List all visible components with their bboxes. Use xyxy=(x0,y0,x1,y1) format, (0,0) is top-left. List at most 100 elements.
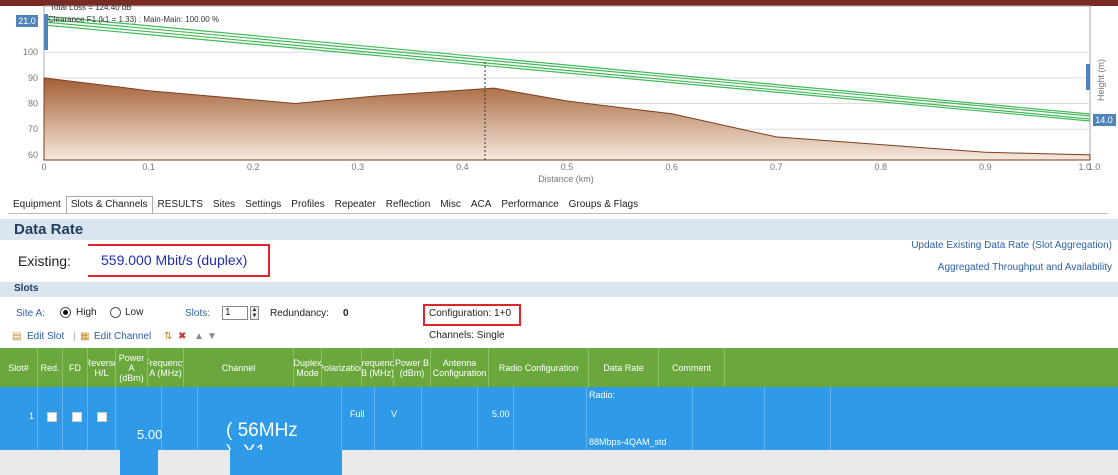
column-header[interactable]: Data Rate xyxy=(589,348,659,387)
tab-sites[interactable]: Sites xyxy=(208,196,240,213)
comment-cell[interactable] xyxy=(765,387,831,450)
tab-performance[interactable]: Performance xyxy=(496,196,563,213)
high-radio[interactable] xyxy=(60,307,71,318)
power-b-cell[interactable]: 5.00 xyxy=(478,387,514,450)
data-rate-cell[interactable] xyxy=(693,387,765,450)
antenna-config-cell[interactable] xyxy=(514,387,587,450)
x-tick-label: 0.1 xyxy=(142,162,155,172)
existing-label: Existing: xyxy=(18,253,71,269)
y-tick-label: 100 xyxy=(23,47,38,57)
reverse-checkbox-cell[interactable] xyxy=(88,387,116,450)
frequency-a-cell[interactable] xyxy=(162,387,198,450)
redundancy-value: 0 xyxy=(343,308,349,319)
configuration-highlight-box xyxy=(423,304,521,326)
column-header[interactable]: Reverse H/L xyxy=(88,348,116,387)
tab-groups-flags[interactable]: Groups & Flags xyxy=(564,196,643,213)
delete-row-icon[interactable]: ✖ xyxy=(178,331,186,342)
tab-results[interactable]: RESULTS xyxy=(153,196,208,213)
channels-text: Channels: Single xyxy=(429,330,505,341)
column-header[interactable]: Antenna Configuration xyxy=(431,348,489,387)
red-checkbox-cell[interactable] xyxy=(38,387,63,450)
frequency-b-cell[interactable] xyxy=(422,387,478,450)
checkbox[interactable] xyxy=(97,412,107,422)
slots-input[interactable]: 1 xyxy=(222,306,248,320)
slot-number-cell-text: 1 xyxy=(29,411,35,421)
low-radio[interactable] xyxy=(110,307,121,318)
column-header[interactable]: Power B (dBm) xyxy=(394,348,431,387)
filter-icon[interactable]: ▼ xyxy=(207,331,217,342)
y-tick-label: 60 xyxy=(28,150,38,160)
radio-config-cell[interactable]: Radio: 88Mbps-4QAM_std xyxy=(587,387,693,450)
slot-number-cell[interactable]: 1 xyxy=(0,387,38,450)
y-tick-label: 70 xyxy=(28,124,38,134)
low-label: Low xyxy=(125,307,144,318)
right-height-value: 14.0 xyxy=(1095,115,1113,125)
x-tick-label: 0.5 xyxy=(561,162,574,172)
y-tick-label: 80 xyxy=(28,99,38,109)
x-tick-label: 0.2 xyxy=(247,162,260,172)
column-header[interactable]: Slot# xyxy=(0,348,38,387)
data-rate-header: Data Rate xyxy=(0,219,1118,240)
distance-axis-label: Distance (km) xyxy=(538,174,594,184)
fd-checkbox-cell[interactable] xyxy=(63,387,88,450)
slot-controls: Site A: High Low Slots: 1 ▲ ▼ Redundancy:… xyxy=(0,306,1118,322)
grid-header: Slot#Red.FDReverse H/LPower A (dBm)Frequ… xyxy=(0,348,1118,387)
checkbox[interactable] xyxy=(72,412,82,422)
polarization-cell-text: V xyxy=(391,409,398,419)
tab-equipment[interactable]: Equipment xyxy=(8,196,66,213)
edit-slot-icon: ▤ xyxy=(12,331,22,342)
height-axis-label: Height (m) xyxy=(1096,59,1106,101)
column-header[interactable]: Red. xyxy=(38,348,63,387)
toolbar-separator: | xyxy=(73,331,76,342)
edit-slot-button[interactable]: Edit Slot xyxy=(27,331,64,342)
tab-misc[interactable]: Misc xyxy=(435,196,466,213)
update-data-rate-link[interactable]: Update Existing Data Rate (Slot Aggregat… xyxy=(911,240,1112,251)
x-axis-ticks: 0 0.1 0.2 0.3 0.4 0.5 0.6 0.7 0.8 0.9 1.01.0 xyxy=(41,162,1100,172)
move-icon[interactable]: ▲ xyxy=(194,331,204,342)
duplex-cell[interactable]: Full xyxy=(342,387,375,450)
column-header[interactable]: Comment xyxy=(659,348,725,387)
grid-footer xyxy=(0,450,1118,475)
column-header[interactable]: Polarization xyxy=(322,348,362,387)
column-header[interactable]: Frequency A (MHz) xyxy=(148,348,184,387)
column-header[interactable]: FD xyxy=(63,348,88,387)
aggregated-throughput-link[interactable]: Aggregated Throughput and Availability xyxy=(938,262,1112,273)
right-antenna-bar xyxy=(1086,64,1090,90)
power-a-cell-extension xyxy=(120,450,158,475)
power-a-cell-text: 5.00 xyxy=(137,427,163,442)
tab-aca[interactable]: ACA xyxy=(466,196,497,213)
tab-bar: Equipment Slots & Channels RESULTS Sites Set… xyxy=(8,196,1108,214)
channel-cell[interactable]: ( 56MHz )_X1 xyxy=(198,387,342,463)
left-height-value: 21.0 xyxy=(18,16,36,26)
tab-profiles[interactable]: Profiles xyxy=(286,196,329,213)
tab-reflection[interactable]: Reflection xyxy=(381,196,435,213)
power-a-cell[interactable]: 5.00 xyxy=(116,387,162,450)
x-tick-label: 0.7 xyxy=(770,162,783,172)
high-label: High xyxy=(76,307,97,318)
x-tick-label: 0 xyxy=(41,162,46,172)
x-tick-label: 0.4 xyxy=(456,162,469,172)
column-header[interactable]: Frequency B (MHz) xyxy=(362,348,394,387)
tab-repeater[interactable]: Repeater xyxy=(330,196,381,213)
x-tick-label: 0.8 xyxy=(875,162,888,172)
x-tick-label: 1.0 xyxy=(1088,162,1101,172)
x-tick-label: 0.3 xyxy=(352,162,365,172)
channel-cell-extension xyxy=(230,450,342,475)
slots-spinner[interactable]: ▲ ▼ xyxy=(250,306,259,320)
checkbox[interactable] xyxy=(47,412,57,422)
column-header[interactable]: Radio Configuration xyxy=(489,348,589,387)
column-header[interactable]: Duplex Mode xyxy=(294,348,322,387)
tab-settings[interactable]: Settings xyxy=(240,196,286,213)
path-profile-chart: 60 70 80 90 100 0 0.1 0.2 0.3 0.4 0.5 0.6 0.7 0.8 0.9… xyxy=(16,3,1116,184)
polarization-cell[interactable]: V xyxy=(375,387,422,450)
column-header[interactable]: Channel xyxy=(184,348,294,387)
y-axis-ticks: 60 70 80 90 100 xyxy=(23,47,38,160)
edit-channel-button[interactable]: Edit Channel xyxy=(94,331,151,342)
column-header[interactable]: Power A (dBm) xyxy=(116,348,148,387)
y-tick-label: 90 xyxy=(28,73,38,83)
add-row-icon[interactable]: ⇅ xyxy=(164,331,172,342)
existing-data-rate-value: 559.000 Mbit/s (duplex) xyxy=(101,252,248,268)
x-tick-label: 0.9 xyxy=(979,162,992,172)
tab-slots-channels[interactable]: Slots & Channels xyxy=(65,196,153,213)
total-loss-text: Total Loss = 124.40 dB xyxy=(50,3,132,12)
